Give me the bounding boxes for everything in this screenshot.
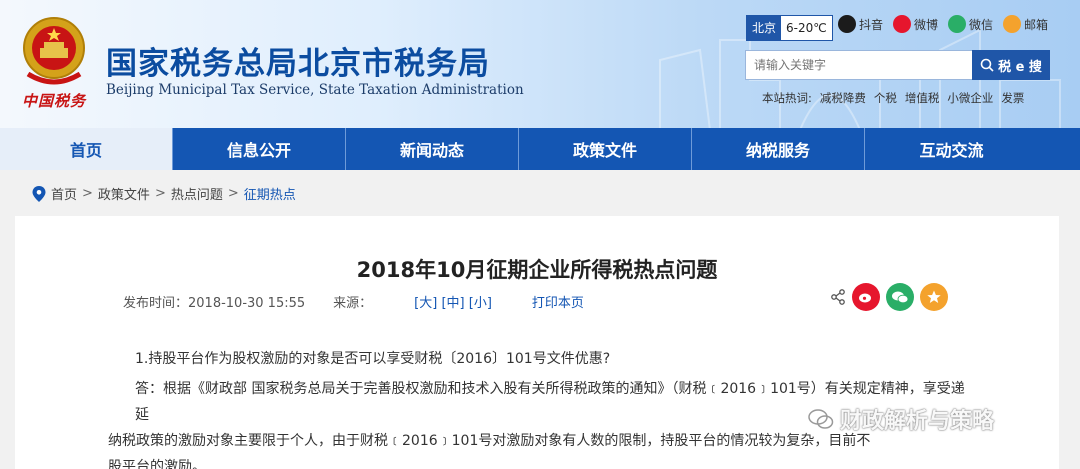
social-links: 抖音 微博 微信 邮箱 [838,15,1048,33]
share-bar [830,283,948,311]
font-size-controls: [大] [中] [小] [414,292,492,311]
search-button[interactable]: 税 e 搜 [972,50,1050,80]
article-title: 2018年10月征期企业所得税热点问题 [356,258,718,282]
hot-word[interactable]: 减税降费 [820,90,866,106]
search-button-label: 税 e 搜 [998,59,1042,75]
hot-words-label: 本站热词: [762,91,812,105]
brand-script-logo: 中国税务 [22,92,87,110]
weather-city: 北京 [747,16,782,40]
weibo-icon [893,15,912,33]
breadcrumb-separator: > [154,186,166,201]
nav-service[interactable]: 纳税服务 [692,128,865,170]
social-label: 微信 [969,17,994,32]
weather-widget: 北京 6-20℃ [746,15,833,41]
social-weibo[interactable]: 微博 [893,15,938,33]
print-link[interactable]: 打印本页 [532,292,584,311]
site-search: 税 e 搜 [745,50,1050,80]
main-nav: 首页 信息公开 新闻动态 政策文件 纳税服务 互动交流 [0,128,1080,170]
publish-date: 发布时间：2018-10-30 15:55 [123,296,306,311]
breadcrumb: 首页 > 政策文件 > 热点问题 > 征期热点 [32,184,296,203]
share-wechat-icon[interactable] [886,283,914,311]
article-source: 来源： [333,296,373,311]
breadcrumb-policy[interactable]: 政策文件 [98,184,150,203]
search-icon [980,58,994,72]
breadcrumb-separator: > [227,186,239,201]
site-subtitle: Beijing Municipal Tax Service, State Tax… [106,82,524,98]
breadcrumb-hot[interactable]: 热点问题 [171,184,223,203]
social-douyin[interactable]: 抖音 [838,15,883,33]
breadcrumb-separator: > [82,186,93,201]
social-label: 抖音 [859,17,884,32]
share-favorite-icon[interactable] [920,283,948,311]
wechat-icon [948,15,967,33]
email-icon [1003,15,1022,33]
location-pin-icon [32,185,46,202]
hot-word[interactable]: 发票 [1001,90,1024,106]
social-label: 邮箱 [1024,17,1049,32]
nav-news[interactable]: 新闻动态 [346,128,519,170]
douyin-icon [838,15,856,33]
nav-info[interactable]: 信息公开 [173,128,346,170]
font-size-medium[interactable]: [中] [441,296,464,311]
nav-policy[interactable]: 政策文件 [519,128,692,170]
font-size-small[interactable]: [小] [469,296,492,311]
social-wechat[interactable]: 微信 [948,15,993,33]
share-icon[interactable] [830,289,846,305]
breadcrumb-home[interactable]: 首页 [51,184,77,203]
article-meta: 发布时间：2018-10-30 15:55 来源： [大] [中] [小] 打印… [123,292,584,311]
share-weibo-icon[interactable] [852,283,880,311]
social-email[interactable]: 邮箱 [1003,15,1048,33]
site-header: 中国税务 国家税务总局北京市税务局 Beijing Municipal Tax … [0,0,1080,128]
social-label: 微博 [914,17,939,32]
search-input[interactable] [745,50,972,80]
breadcrumb-current[interactable]: 征期热点 [244,184,296,203]
watermark: 财政解析与策略 [808,403,994,435]
nav-home[interactable]: 首页 [0,128,173,170]
wechat-watermark-icon [808,409,834,429]
site-title[interactable]: 国家税务总局北京市税务局 [106,38,490,83]
nav-interaction[interactable]: 互动交流 [865,128,1038,170]
hot-word[interactable]: 个税 [874,90,897,106]
hot-word[interactable]: 增值税 [905,90,940,106]
hot-word[interactable]: 小微企业 [947,90,993,106]
question-text: 1.持股平台作为股权激励的对象是否可以享受财税〔2016〕101号文件优惠? [135,351,611,367]
hot-words: 本站热词: 减税降费 个税 增值税 小微企业 发票 [762,90,1024,106]
answer-line: 股平台的激励。 [108,459,206,469]
watermark-text: 财政解析与策略 [840,409,995,434]
font-size-large[interactable]: [大] [414,296,437,311]
national-emblem-icon [23,17,85,85]
weather-temp: 6-20℃ [786,21,827,35]
